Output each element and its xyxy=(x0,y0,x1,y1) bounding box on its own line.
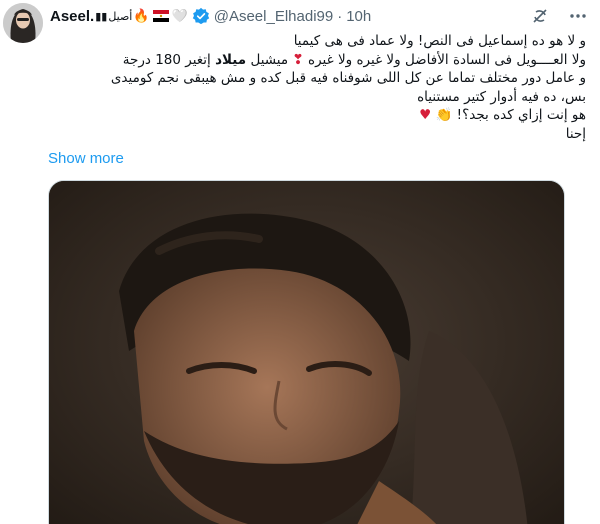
avatar[interactable] xyxy=(3,3,43,43)
more-icon[interactable] xyxy=(568,6,588,26)
hearts-icon: 🤍 xyxy=(171,8,188,24)
tweet-media-image[interactable] xyxy=(48,180,565,524)
clapping-hands-icon: 👏 xyxy=(435,107,453,123)
tweet-line-3: و عامل دور مختلف تماما عن كل اللى شوفناه… xyxy=(110,70,586,86)
egypt-flag-icon xyxy=(152,10,169,22)
red-heart-icon: ♥ xyxy=(419,107,432,123)
author-name-suffix: أصيل xyxy=(108,9,133,23)
tweet-line-6: إحنا xyxy=(565,125,586,142)
show-more-link[interactable]: Show more xyxy=(48,150,124,167)
tweet-line-1: و لا هو ده إسماعيل فى النص! ولا عماد فى … xyxy=(293,33,586,49)
tweet-text: و لا هو ده إسماعيل فى النص! ولا عماد فى … xyxy=(50,32,586,143)
tweet-line-2-bold: ميلاد xyxy=(215,51,247,68)
timestamp[interactable]: 10h xyxy=(346,8,371,25)
grok-icon[interactable] xyxy=(530,6,550,26)
tweet-line-2-suffix: إتغير 180 درجة xyxy=(122,51,211,68)
exclamation-heart-icon: ❣ xyxy=(292,51,304,68)
author-name[interactable]: Aseel. xyxy=(50,8,94,25)
tweet-line-5: هو إنت إزاي كده بجد؟! 👏 ♥ xyxy=(50,106,586,125)
pair-icon: ▮▮ xyxy=(95,9,108,23)
tweet-line-2-prefix: ميشيل xyxy=(250,51,289,68)
author-name-emojis: ▮▮ أصيل 🔥 🤍 xyxy=(95,9,188,24)
tweet-line-5-text: هو إنت إزاي كده بجد؟! xyxy=(456,107,586,123)
tweet-header: Aseel. ▮▮ أصيل 🔥 🤍 @Aseel_Elhadi99 · 10h xyxy=(50,6,588,26)
avatar-image xyxy=(3,3,43,43)
tweet-line-2: ولا العــــويل فى السادة الأفاضل ولا غير… xyxy=(50,51,586,70)
fire-icon: 🔥 xyxy=(133,8,150,24)
tweet-actions xyxy=(530,6,588,26)
media-photo xyxy=(49,181,564,524)
separator-dot: · xyxy=(337,7,343,25)
author-handle[interactable]: @Aseel_Elhadi99 xyxy=(214,8,333,25)
tweet-line-4: بس، ده فيه أدوار كتير مستنياه xyxy=(417,88,586,105)
tweet-line-2-start: ولا العــــويل فى السادة الأفاضل ولا غير… xyxy=(308,51,586,68)
verified-badge-icon xyxy=(192,7,209,25)
